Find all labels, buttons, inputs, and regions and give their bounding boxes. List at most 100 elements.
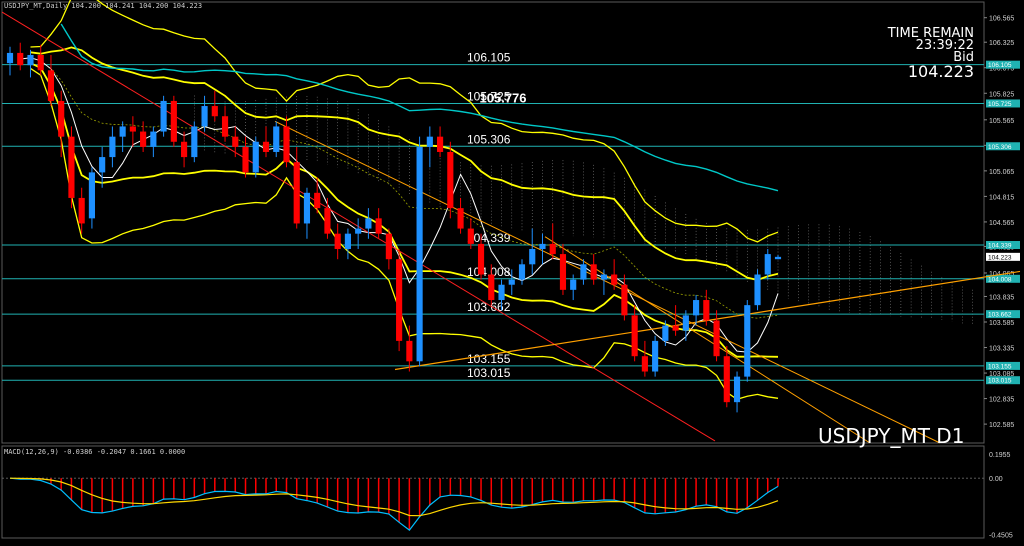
candle-body (426, 136, 433, 147)
candle-body (140, 131, 147, 147)
price-level-tag: 103.662 (988, 312, 1012, 319)
price-level-tag: 105.725 (988, 101, 1012, 108)
candle-body (201, 106, 208, 127)
macd-tick-label: 0.00 (989, 476, 1003, 483)
candle-body (252, 141, 259, 173)
candle-body (559, 254, 567, 290)
y-tick-label: 103.335 (989, 346, 1014, 353)
candle-body (191, 126, 198, 158)
y-tick-label: 106.565 (989, 16, 1014, 23)
candle-body (181, 141, 188, 158)
candle-body (570, 279, 577, 290)
candle-body (150, 131, 157, 147)
candle-body (590, 264, 597, 280)
candle-body (355, 228, 362, 234)
symbol-label: USDJPY_MT D1 (818, 424, 965, 448)
candle-body (99, 157, 106, 173)
bollinger-lower-1 (30, 62, 779, 358)
candle-body (518, 264, 526, 280)
y-tick-label: 102.835 (989, 397, 1014, 404)
candle-body (303, 192, 311, 224)
chart-canvas: 106.565106.325106.075105.825105.565105.3… (1, 0, 1021, 539)
candle-body (672, 325, 679, 331)
y-tick-label: 106.325 (989, 40, 1014, 47)
candle-body (37, 54, 44, 71)
candle-body (549, 243, 556, 255)
candle-body (58, 100, 65, 137)
candle-body (344, 233, 351, 249)
macd-tick-label: -0.4505 (989, 532, 1013, 539)
price-level-label: 103.015 (467, 366, 511, 380)
price-level-tag: 104.339 (988, 243, 1012, 250)
candle-body (437, 136, 444, 152)
candle-body (119, 126, 126, 137)
candle-body (385, 233, 392, 260)
y-tick-label: 104.565 (989, 220, 1014, 227)
candle-body (600, 274, 607, 280)
candle-body (488, 274, 495, 301)
candle-body (170, 100, 177, 142)
candle-body (682, 315, 689, 331)
candle-body (662, 325, 669, 341)
chart-root: 106.565106.325106.075105.825105.565105.3… (0, 0, 1024, 541)
info-panel: TIME REMAIN 23:39:22 Bid 104.223 (888, 27, 974, 81)
candle-body (457, 208, 464, 229)
candle-body (529, 248, 536, 265)
candle-body (262, 141, 270, 152)
candle-body (396, 259, 403, 341)
candle-body (580, 264, 587, 280)
macd-panel-frame (1, 445, 985, 539)
candle-body (211, 106, 218, 117)
bid-value: 104.223 (907, 62, 974, 81)
candle-body (17, 52, 24, 66)
candle-body (6, 52, 14, 64)
candle-body (652, 340, 659, 372)
candle-body (324, 208, 331, 234)
candle-body (764, 254, 771, 275)
y-tick-label: 105.565 (989, 118, 1014, 125)
y-tick-label: 103.835 (989, 294, 1014, 301)
macd-tick-label: 0.1955 (989, 452, 1011, 459)
y-tick-label: 102.585 (989, 422, 1014, 429)
candle-body (129, 126, 136, 132)
candle-body (703, 300, 710, 321)
candle-body (641, 356, 648, 372)
candle-body (68, 136, 75, 198)
bollinger-upper-2 (30, 0, 779, 243)
macd-header: MACD(12,26,9) -0.0386 -0.2047 0.1661 0.0… (4, 448, 186, 456)
trendline-orange-down-1 (274, 120, 941, 444)
candle-body (416, 146, 423, 362)
price-level-label: 103.662 (467, 300, 511, 314)
candle-body (160, 100, 167, 132)
candle-body (283, 126, 290, 163)
peak-price-label: 105.776 (480, 90, 527, 105)
y-tick-label: 103.585 (989, 320, 1014, 327)
candle-body (631, 315, 638, 357)
current-price-tag: 104.223 (988, 254, 1012, 261)
macd-signal-line (9, 477, 779, 517)
candle-body (109, 136, 116, 158)
price-level-label: 106.105 (467, 51, 511, 65)
candle-body (774, 256, 782, 260)
y-tick-label: 105.825 (989, 91, 1014, 98)
candle-body (242, 146, 249, 173)
y-tick-label: 105.065 (989, 169, 1014, 176)
price-level-tag: 103.015 (988, 378, 1012, 385)
price-level-tag: 105.306 (988, 144, 1012, 151)
candle-body (733, 376, 741, 403)
candle-body (611, 274, 618, 285)
candle-body (375, 218, 382, 234)
candle-body (273, 126, 280, 152)
candle-body (221, 116, 229, 137)
candle-body (334, 233, 341, 249)
candle-body (314, 192, 321, 209)
candle-body (723, 356, 730, 403)
candle-body (47, 70, 55, 101)
candle-body (477, 243, 485, 275)
candle-body (744, 305, 751, 377)
candle-body (713, 320, 720, 357)
bollinger-lower-2 (30, 67, 779, 401)
macd-line (9, 477, 779, 531)
candle-body (406, 340, 413, 362)
candle-body (293, 162, 300, 224)
